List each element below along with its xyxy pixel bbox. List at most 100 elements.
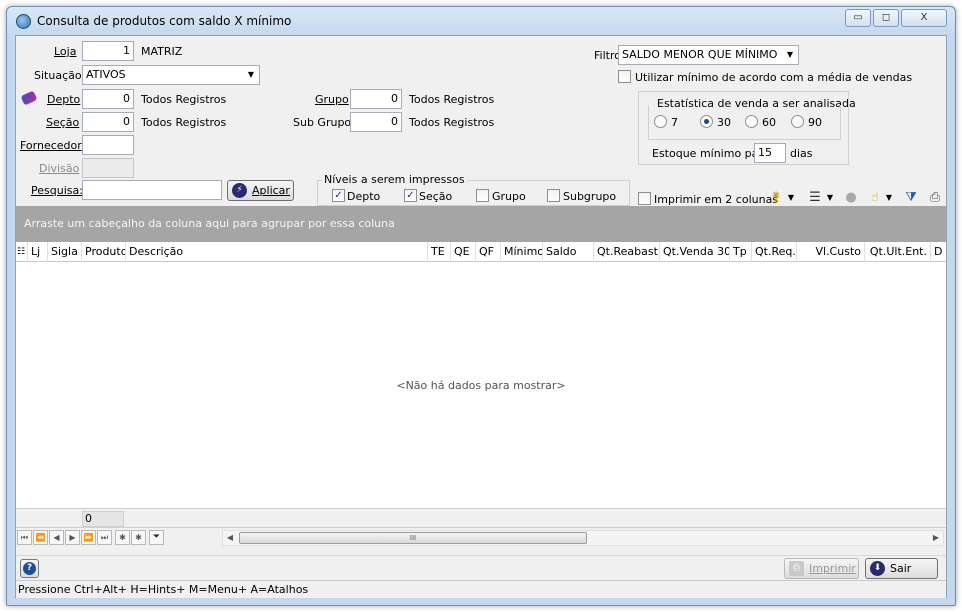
insert-record-icon[interactable]: ✱: [115, 530, 130, 545]
apply-button[interactable]: ⚡ Aplicar: [227, 180, 294, 201]
grid-footer: 0: [16, 508, 946, 528]
apply-label: Aplicar: [252, 184, 290, 197]
status-text: Pressione Ctrl+Alt+ H=Hints+ M=Menu+ A=A…: [18, 583, 309, 596]
scroll-thumb[interactable]: III: [239, 532, 587, 544]
prev-record-icon[interactable]: ◀: [49, 530, 64, 545]
prev-page-icon[interactable]: ⏪: [33, 530, 48, 545]
column-qt-venda[interactable]: Qt.Venda 30: [660, 242, 730, 262]
footer-count: 0: [82, 511, 124, 527]
sair-label: Sair: [890, 562, 912, 575]
list-levels-icon[interactable]: ☰: [806, 189, 824, 207]
scroll-right-icon[interactable]: ▶: [929, 532, 943, 544]
radio-60[interactable]: [745, 115, 758, 128]
scroll-left-icon[interactable]: ◀: [223, 532, 237, 544]
pesquisa-label: Pesquisa:: [31, 184, 83, 197]
depto-input[interactable]: 0: [82, 89, 134, 109]
column-qe[interactable]: QE: [451, 242, 476, 262]
filtro-combo[interactable]: SALDO MENOR QUE MÍNIMO ▼: [618, 45, 799, 65]
grid-body[interactable]: <Não há dados para mostrar>: [16, 262, 946, 508]
column-qt-reabast[interactable]: Qt.Reabast.: [594, 242, 660, 262]
radio-7-label: 7: [671, 116, 678, 129]
loja-description: MATRIZ: [141, 45, 183, 58]
status-bar: Pressione Ctrl+Alt+ H=Hints+ M=Menu+ A=A…: [16, 580, 946, 598]
app-logo-icon: [16, 14, 31, 29]
radio-90[interactable]: [791, 115, 804, 128]
imprimir-2col-label: Imprimir em 2 colunas: [654, 193, 779, 206]
title-bar[interactable]: Consulta de produtos com saldo X mínimo …: [7, 7, 955, 35]
estoque-minimo-input[interactable]: 15: [754, 143, 786, 163]
column-qt-req[interactable]: Qt.Req.: [752, 242, 797, 262]
radio-30-label: 30: [717, 116, 731, 129]
loja-label: Loja: [54, 45, 77, 58]
grupo-description: Todos Registros: [409, 93, 495, 106]
radio-7[interactable]: [654, 115, 667, 128]
horizontal-scrollbar[interactable]: ◀ III ▶: [222, 530, 944, 546]
radio-60-label: 60: [762, 116, 776, 129]
chevron-down-icon[interactable]: ▼: [826, 189, 834, 207]
secao-input[interactable]: 0: [82, 112, 134, 132]
niveis-subgrupo-label: Subgrupo: [563, 190, 617, 203]
radio-30[interactable]: [700, 115, 713, 128]
last-record-icon[interactable]: ⏭: [97, 530, 112, 545]
column-sigla[interactable]: Sigla: [48, 242, 82, 262]
loja-input[interactable]: 1: [82, 41, 134, 61]
column-lj[interactable]: Lj: [28, 242, 48, 262]
sair-button[interactable]: ⬇ Sair: [865, 558, 938, 579]
column-vl-custo[interactable]: Vl.Custo: [797, 242, 865, 262]
eraser-icon[interactable]: [20, 90, 38, 106]
fornecedor-input[interactable]: [82, 135, 134, 155]
niveis-secao-label: Seção: [419, 190, 453, 203]
minimize-button[interactable]: ▭: [845, 9, 871, 27]
niveis-subgrupo-checkbox[interactable]: [547, 189, 560, 202]
printer-settings-icon[interactable]: ⎙: [926, 189, 944, 207]
chevron-down-icon: ▼: [247, 70, 255, 79]
column-chooser-icon[interactable]: ☷: [16, 242, 28, 262]
column-saldo[interactable]: Saldo: [543, 242, 594, 262]
column-qt-ult-ent[interactable]: Qt.Ult.Ent.: [865, 242, 931, 262]
column-tp[interactable]: Tp: [730, 242, 752, 262]
column-produto[interactable]: Produto: [82, 242, 126, 262]
estoque-minimo-label: Estoque mínimo para: [652, 147, 770, 160]
hand-pointer-icon[interactable]: ☝: [866, 189, 884, 207]
niveis-depto-checkbox[interactable]: ✓: [332, 189, 345, 202]
column-qf[interactable]: QF: [476, 242, 501, 262]
lightning-icon: ⚡: [232, 183, 247, 198]
chevron-down-icon[interactable]: ▼: [885, 189, 893, 207]
first-record-icon[interactable]: ⏮: [17, 530, 32, 545]
column-te[interactable]: TE: [428, 242, 451, 262]
column-minimo[interactable]: Mínimo: [501, 242, 543, 262]
grupo-input[interactable]: 0: [350, 89, 402, 109]
chevron-down-icon[interactable]: ▼: [787, 189, 795, 207]
group-by-panel[interactable]: Arraste um cabeçalho da coluna aqui para…: [16, 206, 946, 242]
niveis-secao-checkbox[interactable]: ✓: [404, 189, 417, 202]
client-area: Loja 1 MATRIZ Situação ATIVOS ▼ Depto 0 …: [15, 35, 947, 598]
niveis-grupo-label: Grupo: [492, 190, 526, 203]
no-data-message: <Não há dados para mostrar>: [396, 379, 566, 392]
help-button[interactable]: ?: [20, 559, 39, 578]
circle-icon[interactable]: ●: [842, 189, 860, 207]
maximize-button[interactable]: ◻: [873, 9, 899, 27]
column-descricao[interactable]: Descrição: [126, 242, 428, 262]
filter-icon[interactable]: ⧩: [902, 189, 920, 207]
radio-90-label: 90: [808, 116, 822, 129]
imprimir-label: Imprimir: [809, 562, 856, 575]
close-button[interactable]: X: [901, 9, 947, 27]
filtro-value: SALDO MENOR QUE MÍNIMO: [622, 48, 778, 61]
situacao-combo[interactable]: ATIVOS ▼: [82, 65, 260, 85]
pesquisa-input[interactable]: [82, 180, 222, 200]
next-record-icon[interactable]: ▶: [65, 530, 80, 545]
tree-structure-icon[interactable]: ⚵: [767, 189, 785, 207]
subgrupo-label: Sub Grupo: [293, 116, 352, 129]
column-d[interactable]: D: [931, 242, 946, 262]
secao-description: Todos Registros: [141, 116, 227, 129]
imprimir-2col-checkbox[interactable]: [638, 192, 651, 205]
niveis-depto-label: Depto: [347, 190, 381, 203]
subgrupo-input[interactable]: 0: [350, 112, 402, 132]
edit-record-icon[interactable]: ✱: [131, 530, 146, 545]
situacao-value: ATIVOS: [86, 68, 126, 81]
next-page-icon[interactable]: ⏩: [81, 530, 96, 545]
usar-media-checkbox[interactable]: [618, 70, 631, 83]
niveis-grupo-checkbox[interactable]: [476, 189, 489, 202]
filter-icon[interactable]: ⏷: [149, 530, 164, 545]
main-window: Consulta de produtos com saldo X mínimo …: [6, 6, 956, 606]
